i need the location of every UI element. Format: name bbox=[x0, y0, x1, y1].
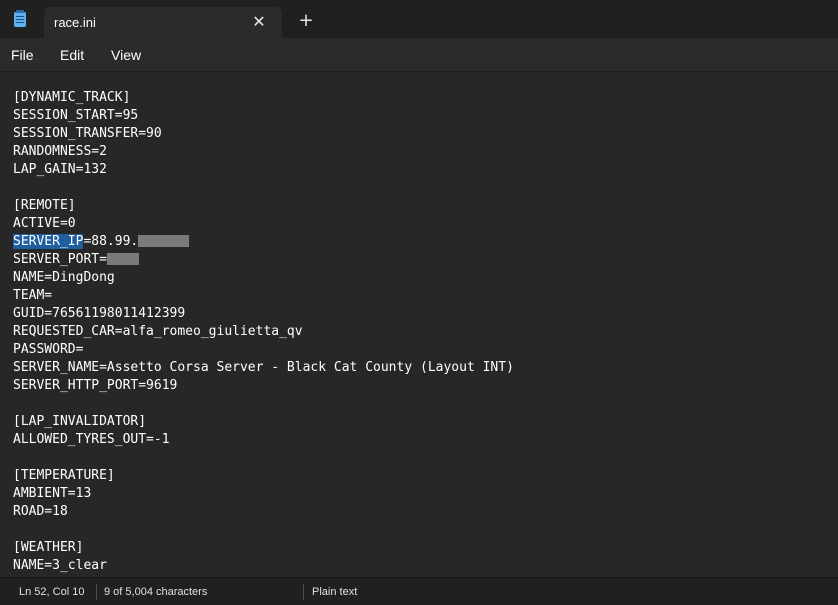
code-line-server-ip: SERVER_IP=88.99. bbox=[13, 233, 190, 251]
redacted-block bbox=[138, 234, 190, 247]
notepad-icon bbox=[14, 10, 26, 27]
close-icon[interactable]: ✕ bbox=[250, 11, 268, 33]
menu-bar: File Edit View bbox=[0, 38, 838, 72]
status-divider bbox=[303, 584, 304, 600]
server-ip-value: =88.99. bbox=[83, 234, 139, 249]
menu-file[interactable]: File bbox=[11, 47, 34, 63]
status-bar: Ln 52, Col 10 9 of 5,004 characters Plai… bbox=[0, 577, 838, 605]
tab-race-ini[interactable]: race.ini ✕ bbox=[44, 7, 282, 38]
code-line: PASSWORD= bbox=[13, 342, 84, 357]
code-line: ACTIVE=0 bbox=[13, 216, 76, 231]
selected-text: SERVER_IP bbox=[13, 234, 84, 249]
menu-edit[interactable]: Edit bbox=[60, 47, 84, 63]
notepad-window: race.ini ✕ + File Edit View [DYNAMIC_TRA… bbox=[0, 0, 838, 605]
cursor-position[interactable]: Ln 52, Col 10 bbox=[19, 586, 84, 598]
code-line: REQUESTED_CAR=alfa_romeo_giulietta_qv bbox=[13, 324, 303, 339]
code-line: [WEATHER] bbox=[13, 540, 84, 555]
file-format[interactable]: Plain text bbox=[312, 586, 357, 598]
text-editor[interactable]: [DYNAMIC_TRACK] SESSION_START=95 SESSION… bbox=[0, 72, 838, 576]
code-line: TEAM= bbox=[13, 288, 53, 303]
code-line-server-port: SERVER_PORT= bbox=[13, 251, 139, 269]
code-line: SESSION_START=95 bbox=[13, 108, 139, 123]
character-count: 9 of 5,004 characters bbox=[104, 586, 208, 598]
code-line: ROAD=18 bbox=[13, 504, 68, 519]
code-line: [TEMPERATURE] bbox=[13, 468, 115, 483]
redacted-block bbox=[106, 252, 139, 265]
plus-icon[interactable]: + bbox=[297, 10, 315, 32]
code-line: SESSION_TRANSFER=90 bbox=[13, 126, 162, 141]
code-line: SERVER_NAME=Assetto Corsa Server - Black… bbox=[13, 360, 514, 375]
code-line: SERVER_HTTP_PORT=9619 bbox=[13, 378, 178, 393]
code-line: RANDOMNESS=2 bbox=[13, 144, 107, 159]
code-line: GUID=76561198011412399 bbox=[13, 306, 186, 321]
menu-view[interactable]: View bbox=[111, 47, 141, 63]
code-line: [LAP_INVALIDATOR] bbox=[13, 414, 147, 429]
code-line: AMBIENT=13 bbox=[13, 486, 92, 501]
title-tab-bar: race.ini ✕ + bbox=[0, 0, 838, 38]
code-line: LAP_GAIN=132 bbox=[13, 162, 107, 177]
code-line: NAME=3_clear bbox=[13, 558, 107, 573]
code-line: ALLOWED_TYRES_OUT=-1 bbox=[13, 432, 170, 447]
tab-title: race.ini bbox=[54, 15, 96, 30]
code-line: NAME=DingDong bbox=[13, 270, 115, 285]
server-port-key: SERVER_PORT= bbox=[13, 252, 107, 267]
code-line: [REMOTE] bbox=[13, 198, 76, 213]
code-line: [DYNAMIC_TRACK] bbox=[13, 90, 131, 105]
status-divider bbox=[96, 584, 97, 600]
